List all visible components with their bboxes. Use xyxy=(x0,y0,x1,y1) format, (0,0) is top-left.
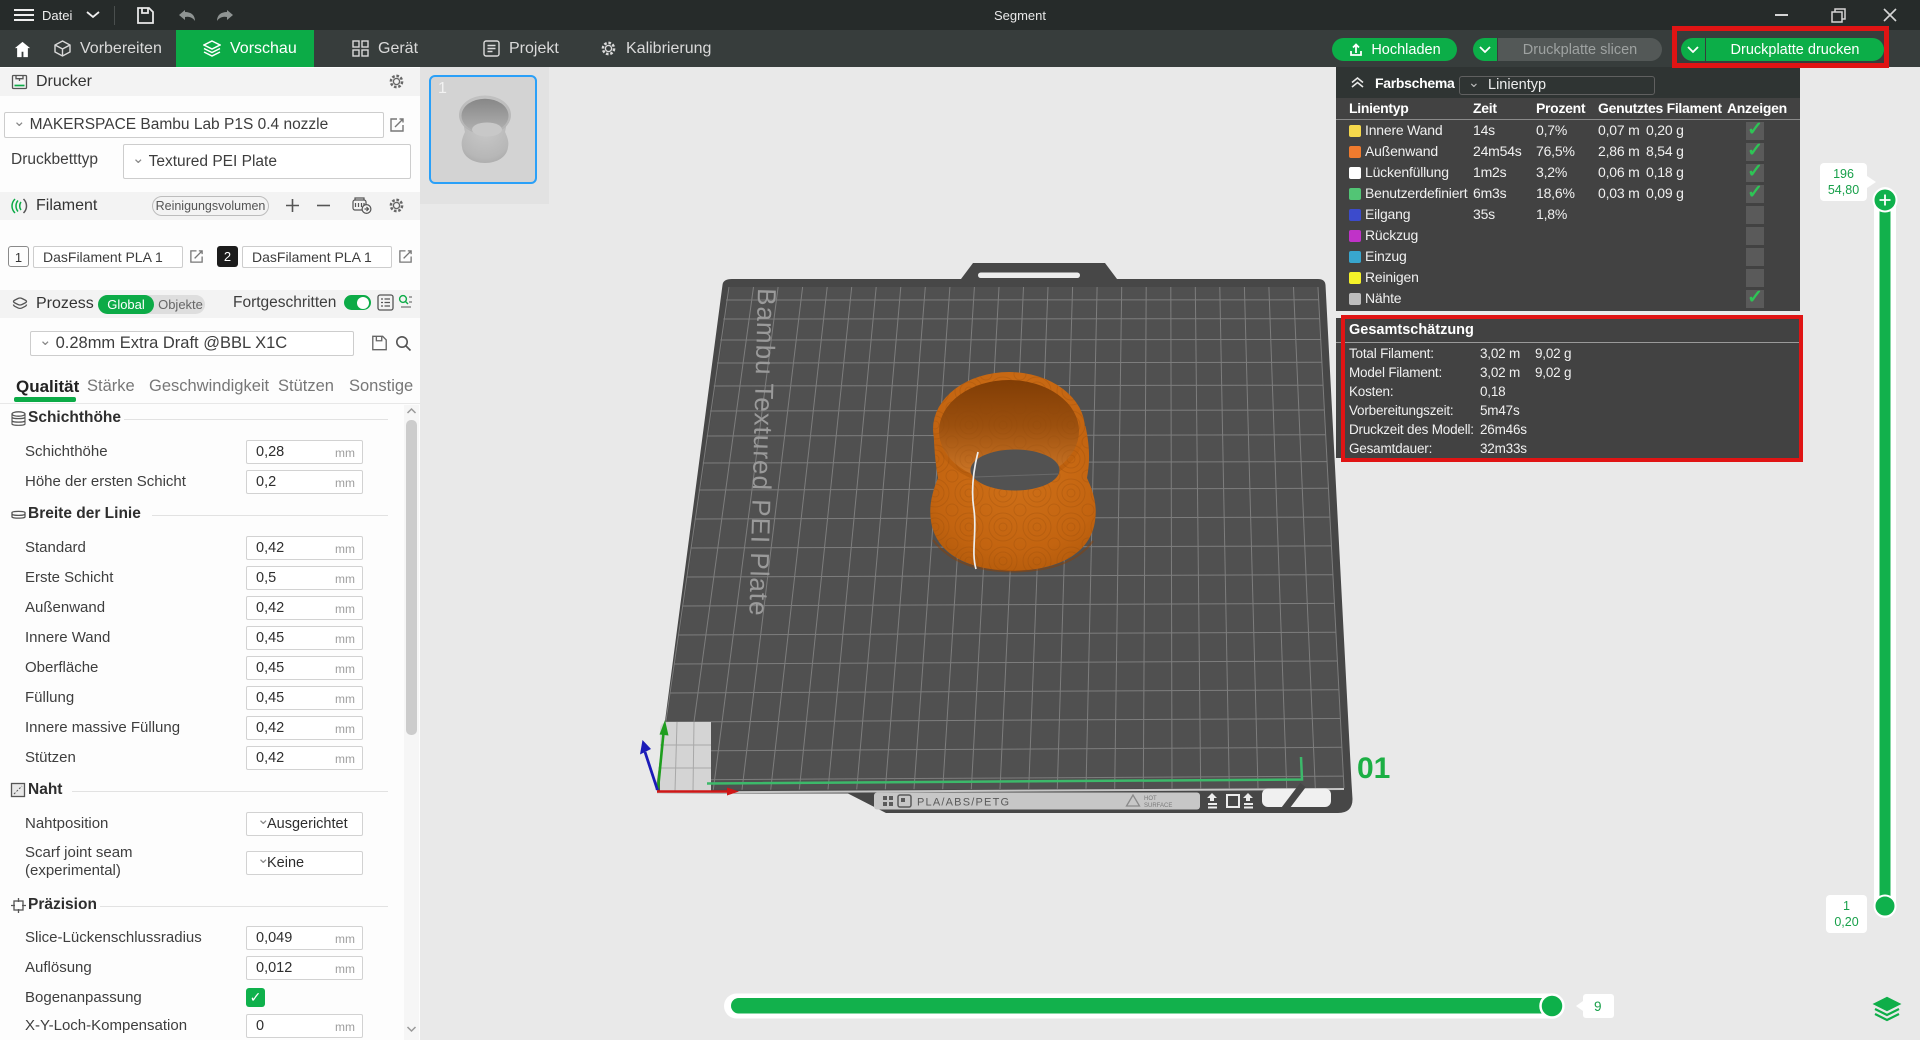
svg-text:HOT: HOT xyxy=(1144,796,1157,802)
svg-text:54,80: 54,80 xyxy=(1828,183,1859,197)
svg-text:196: 196 xyxy=(1833,167,1854,181)
svg-text:SURFACE: SURFACE xyxy=(1144,803,1172,809)
svg-text:01: 01 xyxy=(1357,752,1390,785)
svg-text:9: 9 xyxy=(1594,999,1602,1014)
svg-text:0,20: 0,20 xyxy=(1834,915,1858,929)
svg-text:PLA/ABS/PETG: PLA/ABS/PETG xyxy=(917,797,1010,809)
svg-text:1: 1 xyxy=(1843,899,1850,913)
